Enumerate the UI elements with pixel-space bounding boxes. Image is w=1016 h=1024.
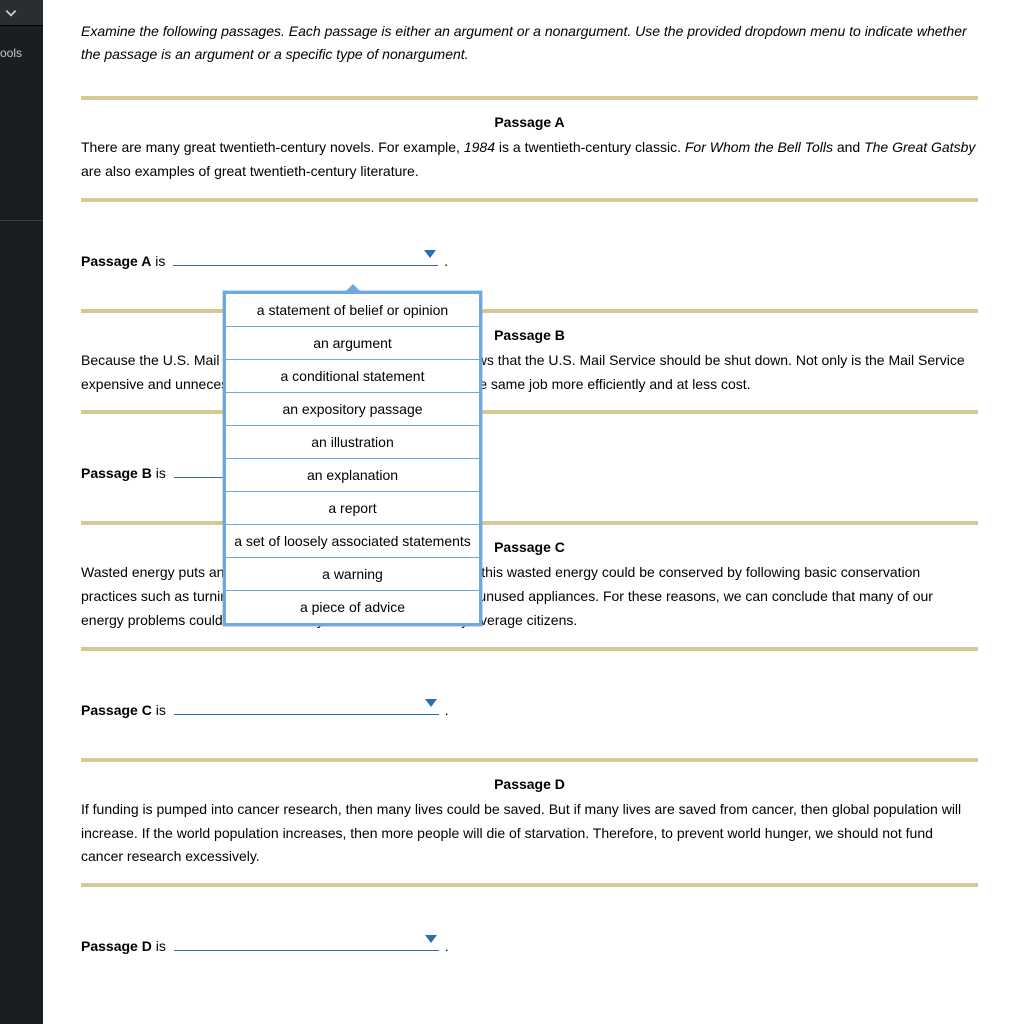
dropdown-passage-a[interactable] <box>173 248 438 266</box>
dropdown-option[interactable]: an argument <box>226 327 479 360</box>
period: . <box>444 253 448 269</box>
dropdown-caret-icon <box>425 935 437 943</box>
divider-band <box>81 198 978 202</box>
divider-band <box>81 521 978 525</box>
sidebar-divider <box>0 220 43 221</box>
dropdown-option[interactable]: a report <box>226 492 479 525</box>
passage-a-body: There are many great twentieth-century n… <box>81 136 978 184</box>
text-segment: are also examples of great twentieth-cen… <box>81 163 419 179</box>
passage-c-heading: Passage C <box>81 539 978 555</box>
dropdown-option[interactable]: a warning <box>226 558 479 591</box>
answer-is: is <box>152 938 166 954</box>
divider-band <box>81 647 978 651</box>
passage-c-body: Wasted energy puts an extra burden on ou… <box>81 561 978 632</box>
passage-d-body: If funding is pumped into cancer researc… <box>81 798 978 869</box>
dropdown-option[interactable]: a piece of advice <box>226 591 479 623</box>
passage-b-heading: Passage B <box>81 327 978 343</box>
book-title: The Great Gatsby <box>864 139 975 155</box>
passage-c-answer: Passage C is . <box>81 697 978 718</box>
sidebar-tools-label[interactable]: ools <box>0 46 43 60</box>
period: . <box>445 938 449 954</box>
divider-band <box>81 96 978 100</box>
passage-b-answer: Passage B is . <box>81 460 978 481</box>
book-title: 1984 <box>464 139 495 155</box>
text-segment: and <box>833 139 864 155</box>
answer-is: is <box>151 253 165 269</box>
dropdown-option[interactable]: a set of loosely associated statements <box>226 525 479 558</box>
divider-band <box>81 309 978 313</box>
answer-label: Passage C <box>81 702 152 718</box>
text-segment: is a twentieth-century classic. <box>495 139 685 155</box>
chevron-down-icon[interactable] <box>4 6 18 20</box>
answer-label: Passage B <box>81 465 152 481</box>
answer-is: is <box>152 465 166 481</box>
sidebar: ools <box>0 0 43 1024</box>
dropdown-caret-icon <box>424 250 436 258</box>
instructions-text: Examine the following passages. Each pas… <box>81 20 978 66</box>
dropdown-option[interactable]: a conditional statement <box>226 360 479 393</box>
answer-is: is <box>152 702 166 718</box>
dropdown-caret-icon <box>425 699 437 707</box>
dropdown-passage-c[interactable] <box>174 697 439 715</box>
sidebar-header[interactable] <box>0 0 43 26</box>
dropdown-passage-d[interactable] <box>174 933 439 951</box>
dropdown-popup: a statement of belief or opinion an argu… <box>223 291 482 626</box>
passage-a-answer: Passage A is . <box>81 248 978 269</box>
period: . <box>445 702 449 718</box>
divider-band <box>81 883 978 887</box>
dropdown-option[interactable]: a statement of belief or opinion <box>226 294 479 327</box>
passage-b-body: Because the U.S. Mail Service rarely, if… <box>81 349 978 397</box>
book-title: For Whom the Bell Tolls <box>685 139 833 155</box>
text-segment: There are many great twentieth-century n… <box>81 139 464 155</box>
dropdown-option[interactable]: an explanation <box>226 459 479 492</box>
divider-band <box>81 758 978 762</box>
passage-a-heading: Passage A <box>81 114 978 130</box>
answer-label: Passage D <box>81 938 152 954</box>
content-area: Examine the following passages. Each pas… <box>43 0 1016 1024</box>
divider-band <box>81 410 978 414</box>
passage-d-heading: Passage D <box>81 776 978 792</box>
passage-d-answer: Passage D is . <box>81 933 978 954</box>
answer-label: Passage A <box>81 253 151 269</box>
dropdown-option[interactable]: an expository passage <box>226 393 479 426</box>
dropdown-option[interactable]: an illustration <box>226 426 479 459</box>
